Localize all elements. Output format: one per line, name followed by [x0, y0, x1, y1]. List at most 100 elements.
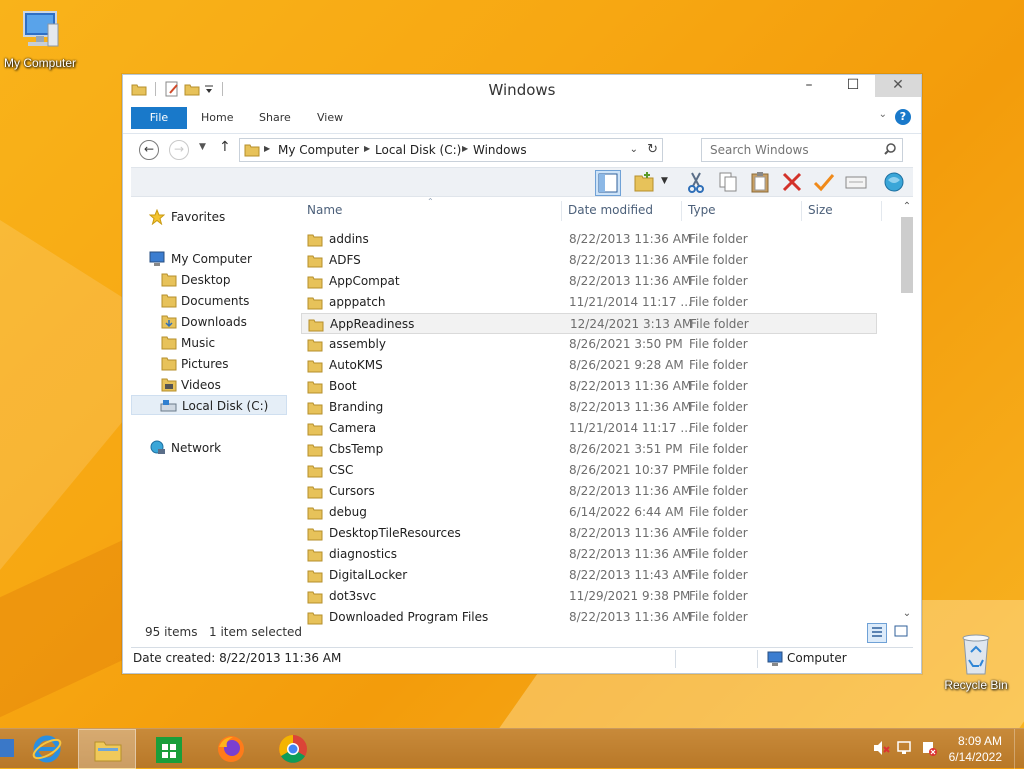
- desktop-icon-my-computer[interactable]: My Computer: [0, 8, 82, 70]
- new-folder-button[interactable]: [633, 170, 659, 196]
- vertical-scrollbar[interactable]: ⌃ ⌄: [899, 199, 915, 619]
- search-icon[interactable]: [884, 143, 896, 155]
- taskbar-app-firefox[interactable]: [202, 729, 260, 769]
- column-divider[interactable]: [881, 201, 882, 221]
- scroll-up-icon[interactable]: ⌃: [899, 201, 915, 212]
- table-row[interactable]: Cursors 8/22/2013 11:36 AM File folder: [301, 481, 877, 502]
- address-bar[interactable]: ▶ My Computer ▶ Local Disk (C:) ▶ Window…: [239, 138, 663, 162]
- breadcrumb-arrow-icon[interactable]: ▶: [364, 144, 370, 153]
- action-center-icon[interactable]: [920, 739, 938, 757]
- open-button[interactable]: [881, 170, 907, 196]
- details-view-button[interactable]: [867, 623, 887, 643]
- clock-date: 6/14/2022: [948, 750, 1002, 764]
- copy-button[interactable]: [715, 170, 741, 196]
- breadcrumb-arrow-icon[interactable]: ▶: [462, 144, 468, 153]
- forward-button[interactable]: →: [169, 140, 189, 160]
- breadcrumb-local-disk[interactable]: Local Disk (C:): [375, 143, 461, 157]
- taskbar-app-chrome[interactable]: [264, 729, 322, 769]
- table-row[interactable]: diagnostics 8/22/2013 11:36 AM File folder: [301, 544, 877, 565]
- network-icon[interactable]: [896, 739, 914, 757]
- search-box[interactable]: [701, 138, 903, 162]
- large-icons-view-button[interactable]: [891, 623, 911, 643]
- scroll-thumb[interactable]: [901, 217, 913, 293]
- nav-documents[interactable]: Documents: [131, 291, 287, 311]
- table-row[interactable]: apppatch 11/21/2014 11:17 ... File folder: [301, 292, 877, 313]
- table-row[interactable]: Camera 11/21/2014 11:17 ... File folder: [301, 418, 877, 439]
- taskbar-app-internet-explorer[interactable]: [18, 729, 76, 769]
- nav-videos[interactable]: Videos: [131, 375, 287, 395]
- minimize-button[interactable]: –: [787, 75, 831, 97]
- table-row[interactable]: AppCompat 8/22/2013 11:36 AM File folder: [301, 271, 877, 292]
- clock[interactable]: 8:09 AM 6/14/2022: [949, 733, 1002, 765]
- maximize-button[interactable]: ☐: [831, 75, 875, 97]
- column-header-date[interactable]: Date modified: [568, 199, 653, 225]
- refresh-icon[interactable]: ↻: [647, 142, 658, 157]
- column-divider[interactable]: [801, 201, 802, 221]
- column-header-type[interactable]: Type: [688, 199, 716, 225]
- table-row[interactable]: DesktopTileResources 8/22/2013 11:36 AM Fi…: [301, 523, 877, 544]
- file-date: 12/24/2021 3:13 AM: [570, 317, 693, 331]
- nav-local-disk[interactable]: Local Disk (C:): [131, 395, 287, 415]
- scroll-down-icon[interactable]: ⌄: [899, 608, 915, 619]
- breadcrumb-windows[interactable]: Windows: [473, 143, 527, 157]
- column-header-name[interactable]: Name: [307, 199, 342, 225]
- table-row[interactable]: CbsTemp 8/26/2021 3:51 PM File folder: [301, 439, 877, 460]
- volume-muted-icon[interactable]: [872, 739, 890, 757]
- up-button[interactable]: ↑: [219, 139, 231, 155]
- table-row[interactable]: ADFS 8/22/2013 11:36 AM File folder: [301, 250, 877, 271]
- tab-file[interactable]: File: [131, 107, 187, 129]
- table-row[interactable]: Boot 8/22/2013 11:36 AM File folder: [301, 376, 877, 397]
- table-row[interactable]: Branding 8/22/2013 11:36 AM File folder: [301, 397, 877, 418]
- recent-locations-icon[interactable]: ▼: [199, 142, 206, 152]
- table-row[interactable]: addins 8/22/2013 11:36 AM File folder: [301, 229, 877, 250]
- nav-network[interactable]: Network: [131, 438, 287, 458]
- start-button[interactable]: [0, 739, 14, 757]
- new-folder-dropdown-icon[interactable]: ▼: [661, 176, 668, 186]
- table-row[interactable]: debug 6/14/2022 6:44 AM File folder: [301, 502, 877, 523]
- tab-share[interactable]: Share: [249, 107, 301, 129]
- address-dropdown-icon[interactable]: ⌄: [630, 144, 638, 155]
- title-bar[interactable]: Windows – ☐ ✕: [123, 75, 921, 105]
- nav-music[interactable]: Music: [131, 333, 287, 353]
- close-button[interactable]: ✕: [875, 75, 921, 97]
- search-input[interactable]: [708, 140, 878, 160]
- table-row[interactable]: dot3svc 11/29/2021 9:38 PM File folder: [301, 586, 877, 607]
- expand-ribbon-icon[interactable]: ⌄: [879, 109, 887, 120]
- help-button[interactable]: ?: [895, 109, 911, 125]
- table-row[interactable]: AppReadiness 12/24/2021 3:13 AM File folde…: [301, 313, 877, 334]
- breadcrumb-arrow-icon[interactable]: ▶: [264, 144, 270, 153]
- nav-my-computer[interactable]: My Computer: [131, 249, 287, 269]
- file-type: File folder: [689, 442, 748, 456]
- column-header-size[interactable]: Size: [808, 199, 833, 225]
- breadcrumb-my-computer[interactable]: My Computer: [278, 143, 359, 157]
- cut-button[interactable]: [683, 170, 709, 196]
- star-icon: [149, 209, 165, 225]
- table-row[interactable]: CSC 8/26/2021 10:37 PM File folder: [301, 460, 877, 481]
- table-row[interactable]: assembly 8/26/2021 3:50 PM File folder: [301, 334, 877, 355]
- back-button[interactable]: ←: [139, 140, 159, 160]
- desktop-icon-recycle-bin[interactable]: Recycle Bin: [934, 630, 1018, 692]
- paste-button[interactable]: [747, 170, 773, 196]
- tab-view[interactable]: View: [307, 107, 353, 129]
- navigation-pane-button[interactable]: [595, 170, 621, 196]
- column-divider[interactable]: [561, 201, 562, 221]
- rename-button[interactable]: [811, 170, 837, 196]
- internet-explorer-icon: [32, 735, 62, 763]
- file-type: File folder: [689, 379, 748, 393]
- nav-downloads[interactable]: Downloads: [131, 312, 287, 332]
- table-row[interactable]: AutoKMS 8/26/2021 9:28 AM File folder: [301, 355, 877, 376]
- properties-button[interactable]: [843, 170, 869, 196]
- nav-favorites[interactable]: Favorites: [131, 207, 287, 227]
- show-desktop-button[interactable]: [1014, 729, 1024, 769]
- nav-label: Favorites: [171, 210, 226, 224]
- table-row[interactable]: DigitalLocker 8/22/2013 11:43 AM File fold…: [301, 565, 877, 586]
- copy-icon: [719, 172, 737, 192]
- tab-home[interactable]: Home: [191, 107, 243, 129]
- delete-button[interactable]: [779, 170, 805, 196]
- file-name: Camera: [329, 421, 377, 435]
- taskbar-app-store[interactable]: [140, 729, 198, 769]
- column-divider[interactable]: [681, 201, 682, 221]
- taskbar-app-file-explorer[interactable]: [78, 729, 136, 769]
- nav-desktop[interactable]: Desktop: [131, 270, 287, 290]
- nav-pictures[interactable]: Pictures: [131, 354, 287, 374]
